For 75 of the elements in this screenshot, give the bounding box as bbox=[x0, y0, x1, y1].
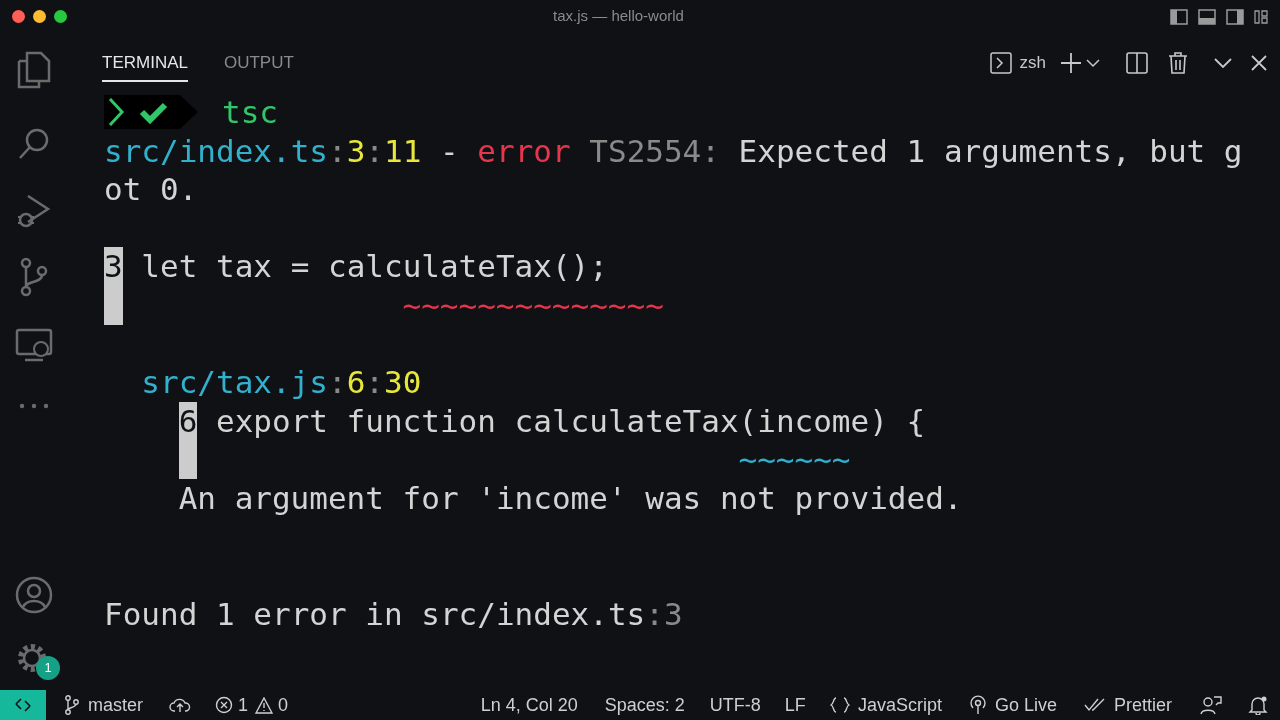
squiggle-underline: ~~~~~~~~~~~~~~ bbox=[401, 285, 664, 325]
terminal-text: An argument for 'income' was not provided. bbox=[178, 478, 963, 518]
terminal-text: src/tax.js bbox=[141, 363, 328, 402]
cloud-upload-icon[interactable] bbox=[169, 697, 191, 713]
remote-icon bbox=[14, 697, 32, 713]
close-window-button[interactable] bbox=[12, 10, 25, 23]
line-number: 6 bbox=[178, 401, 198, 441]
shell-name[interactable]: zsh bbox=[1019, 50, 1046, 76]
maximize-window-button[interactable] bbox=[54, 10, 67, 23]
double-check-icon bbox=[1083, 698, 1106, 712]
terminal-text: :3 bbox=[645, 594, 683, 634]
minimize-window-button[interactable] bbox=[33, 10, 46, 23]
feedback-icon[interactable] bbox=[1200, 695, 1222, 715]
line-number: 3 bbox=[104, 247, 123, 286]
terminal-text: error bbox=[477, 131, 571, 171]
status-item[interactable]: JavaScript bbox=[829, 691, 942, 719]
terminal-text: Expected 1 arguments, but g bbox=[737, 131, 1243, 171]
remote-button[interactable] bbox=[0, 690, 46, 720]
sidebar-toggle-icon[interactable] bbox=[1170, 8, 1188, 25]
chevron-down-icon[interactable] bbox=[1086, 58, 1100, 68]
remote-explorer-icon[interactable] bbox=[15, 327, 53, 363]
line-number-marker bbox=[104, 285, 123, 325]
problems-button[interactable]: 1 0 bbox=[215, 691, 289, 719]
terminal-text: : bbox=[327, 131, 347, 171]
secondary-sidebar-icon[interactable] bbox=[1226, 8, 1244, 25]
terminal-text: 11 bbox=[384, 131, 422, 171]
chevron-down-icon[interactable] bbox=[1214, 57, 1232, 69]
more-icon[interactable] bbox=[19, 403, 49, 409]
add-icon[interactable] bbox=[1060, 52, 1082, 74]
status-item[interactable]: LF bbox=[784, 691, 806, 719]
panel-tab[interactable]: TERMINAL bbox=[102, 44, 188, 82]
status-item[interactable]: Prettier bbox=[1083, 691, 1172, 719]
status-item[interactable]: Ln 4, Col 20 bbox=[480, 691, 578, 719]
warning-icon bbox=[255, 696, 274, 714]
terminal-text: src/index.ts bbox=[104, 131, 328, 171]
broadcast-icon bbox=[968, 695, 987, 715]
terminal-icon bbox=[989, 52, 1012, 74]
window-title: tax.js — hello-world bbox=[553, 6, 684, 27]
status-item[interactable]: Spaces: 2 bbox=[604, 691, 685, 719]
source-control-icon[interactable] bbox=[18, 257, 50, 297]
line-number-marker bbox=[178, 440, 198, 479]
terminal-text: Found 1 error in src/index.ts bbox=[104, 594, 646, 634]
error-count: 1 bbox=[238, 693, 249, 717]
branch-icon bbox=[64, 695, 80, 715]
layout-icon[interactable] bbox=[1254, 8, 1268, 25]
close-icon[interactable] bbox=[1250, 54, 1268, 72]
terminal-text: 3 bbox=[346, 131, 366, 171]
terminal-text: : bbox=[365, 363, 384, 402]
trash-icon[interactable] bbox=[1168, 52, 1188, 74]
run-debug-icon[interactable] bbox=[16, 193, 52, 229]
error-icon bbox=[215, 696, 233, 714]
notification-badge: 1 bbox=[36, 656, 60, 680]
terminal-text: ot 0. bbox=[104, 170, 198, 209]
terminal-text: export function calculateTax(income) { bbox=[214, 401, 926, 441]
bell-icon[interactable] bbox=[1248, 695, 1268, 715]
status-item[interactable]: Go Live bbox=[968, 691, 1057, 719]
squiggle-underline: ~~~~~~ bbox=[737, 440, 851, 479]
braces-icon bbox=[829, 697, 850, 713]
branch-name[interactable]: master bbox=[88, 691, 143, 719]
panel-toggle-icon[interactable] bbox=[1198, 8, 1216, 25]
terminal-text: TS2554: bbox=[588, 131, 720, 171]
terminal-text: : bbox=[365, 131, 384, 171]
terminal-text: - bbox=[438, 131, 460, 171]
split-icon[interactable] bbox=[1126, 52, 1148, 74]
status-item[interactable]: UTF-8 bbox=[709, 691, 761, 719]
files-icon[interactable] bbox=[17, 51, 51, 89]
terminal-text: 6 bbox=[346, 363, 366, 402]
terminal-text: tsc bbox=[222, 93, 278, 132]
warning-count: 0 bbox=[278, 693, 289, 717]
terminal-text: 30 bbox=[383, 363, 422, 402]
search-icon[interactable] bbox=[17, 127, 51, 161]
panel-tab[interactable]: OUTPUT bbox=[223, 44, 294, 82]
terminal-text: : bbox=[327, 363, 347, 402]
terminal-text: let tax = calculateTax(); bbox=[140, 247, 608, 286]
account-icon[interactable] bbox=[15, 576, 53, 614]
